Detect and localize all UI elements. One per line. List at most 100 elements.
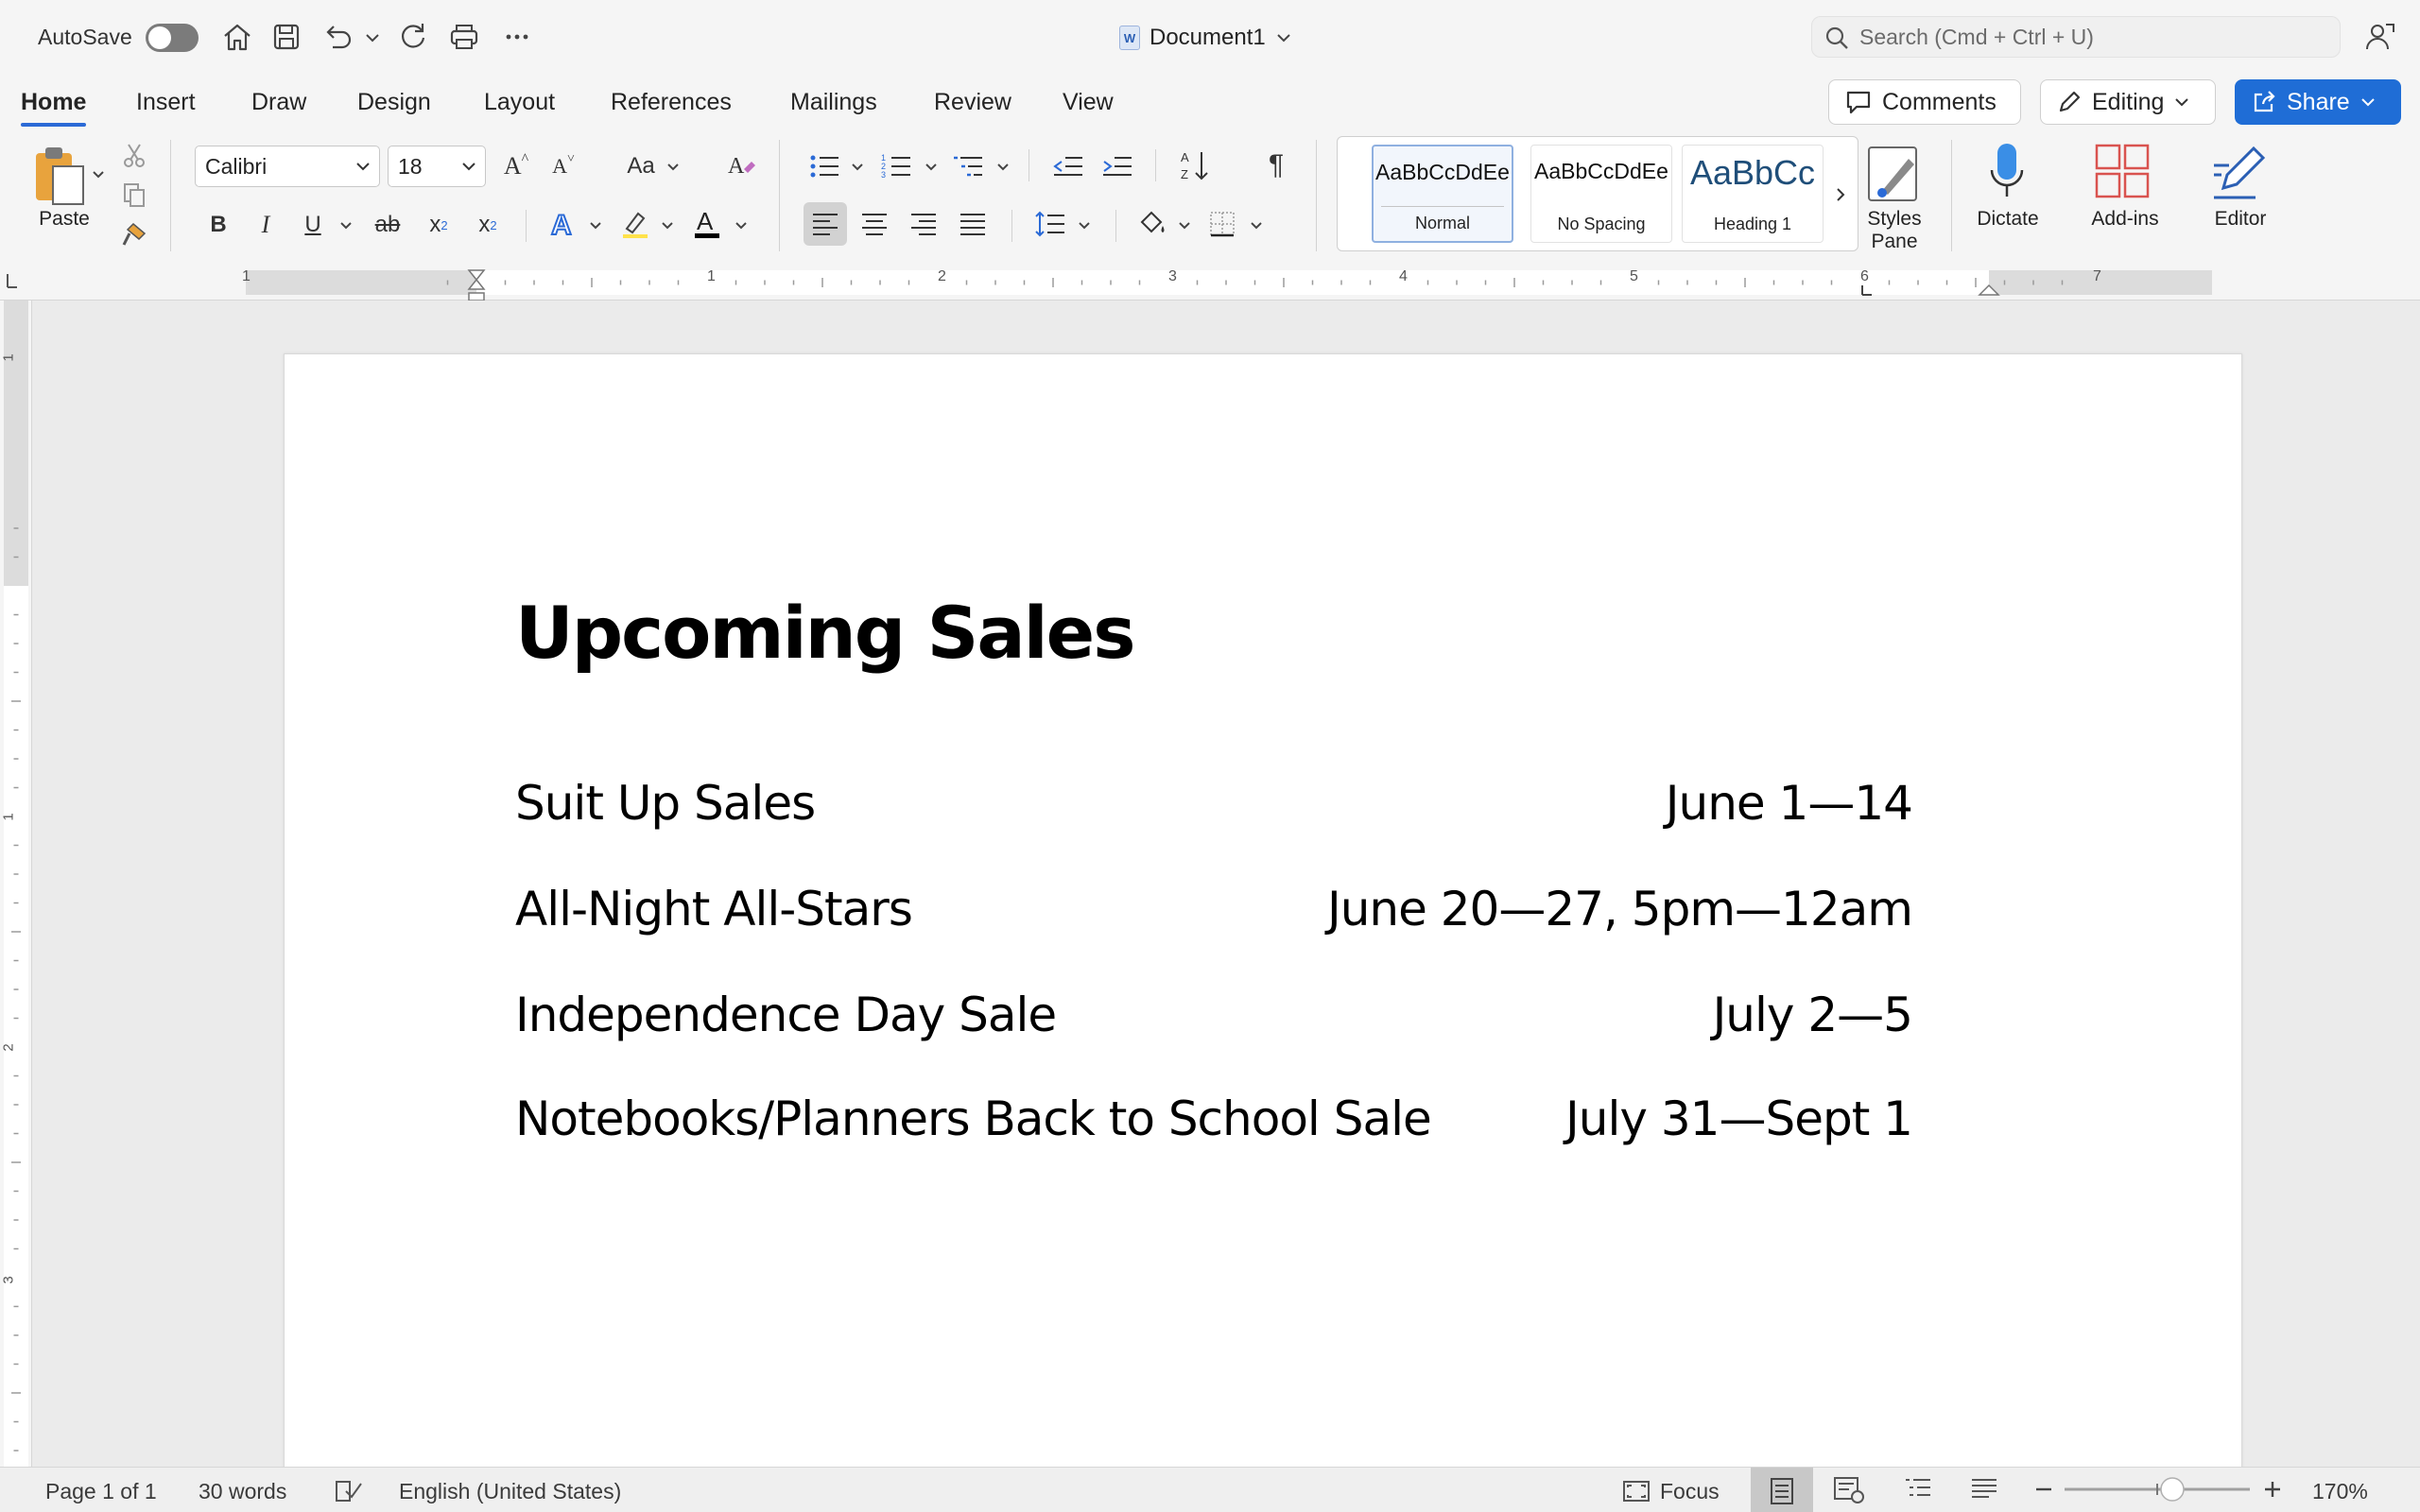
zoom-out-button[interactable] bbox=[2032, 1475, 2055, 1503]
increase-indent-icon[interactable] bbox=[1098, 146, 1136, 187]
search-input[interactable]: Search (Cmd + Ctrl + U) bbox=[1811, 16, 2341, 58]
font-name-combo[interactable]: Calibri bbox=[195, 146, 380, 187]
underline-button[interactable]: U bbox=[295, 204, 331, 246]
tab-view[interactable]: View bbox=[1063, 83, 1114, 121]
tab-insert[interactable]: Insert bbox=[136, 83, 196, 121]
focus-button[interactable]: Focus bbox=[1622, 1477, 1720, 1505]
tab-review[interactable]: Review bbox=[934, 83, 1011, 121]
font-name-value: Calibri bbox=[205, 153, 268, 179]
bold-button[interactable]: B bbox=[200, 204, 236, 246]
font-color-dropdown-icon[interactable] bbox=[732, 215, 751, 234]
share-button[interactable]: Share bbox=[2235, 79, 2401, 125]
multilevel-dropdown-icon[interactable] bbox=[994, 157, 1011, 176]
horizontal-ruler[interactable]: 1 1 2 3 4 5 6 7 bbox=[0, 266, 2420, 301]
sale-line[interactable]: Notebooks/Planners Back to School Sale J… bbox=[515, 1091, 1913, 1158]
borders-dropdown-icon[interactable] bbox=[1248, 215, 1265, 234]
highlight-dropdown-icon[interactable] bbox=[658, 215, 677, 234]
cut-icon[interactable] bbox=[119, 140, 149, 170]
text-effects-dropdown-icon[interactable] bbox=[586, 215, 605, 234]
page-count[interactable]: Page 1 of 1 bbox=[45, 1477, 157, 1505]
highlight-icon[interactable] bbox=[616, 202, 654, 246]
zoom-slider[interactable] bbox=[2063, 1475, 2252, 1503]
line-spacing-dropdown-icon[interactable] bbox=[1076, 215, 1093, 234]
more-icon[interactable] bbox=[499, 19, 535, 55]
numbering-dropdown-icon[interactable] bbox=[923, 157, 940, 176]
gallery-next-icon[interactable] bbox=[1829, 179, 1852, 211]
ruler-number: 1 bbox=[242, 268, 251, 284]
underline-dropdown-icon[interactable] bbox=[337, 215, 355, 234]
numbering-icon[interactable]: 123 bbox=[877, 146, 915, 187]
shrink-font-icon[interactable]: A ˅ bbox=[544, 146, 582, 187]
change-case-dropdown-icon[interactable] bbox=[664, 157, 683, 176]
align-right-button[interactable] bbox=[904, 202, 943, 246]
language-status[interactable]: English (United States) bbox=[399, 1477, 621, 1505]
align-left-button[interactable] bbox=[804, 202, 847, 246]
align-center-button[interactable] bbox=[855, 202, 894, 246]
zoom-in-button[interactable] bbox=[2261, 1475, 2284, 1503]
outline-view-icon[interactable] bbox=[1902, 1475, 1936, 1503]
change-case-button[interactable]: Aa bbox=[620, 146, 662, 187]
style-normal[interactable]: AaBbCcDdEe Normal bbox=[1372, 145, 1513, 243]
print-layout-view-button[interactable] bbox=[1751, 1468, 1813, 1512]
undo-icon[interactable] bbox=[320, 19, 355, 55]
autosave-toggle[interactable] bbox=[146, 24, 199, 52]
draft-view-icon[interactable] bbox=[1968, 1475, 2002, 1503]
style-heading-1[interactable]: AaBbCc Heading 1 bbox=[1682, 145, 1824, 243]
justify-button[interactable] bbox=[953, 202, 993, 246]
web-layout-icon[interactable] bbox=[1832, 1475, 1866, 1503]
tab-references[interactable]: References bbox=[611, 83, 732, 121]
borders-icon[interactable] bbox=[1202, 202, 1242, 246]
sale-line[interactable]: All-Night All-Stars June 20—27, 5pm—12am bbox=[515, 882, 1913, 948]
undo-dropdown-icon[interactable] bbox=[361, 19, 384, 55]
strikethrough-button[interactable]: ab bbox=[369, 204, 406, 246]
style-no-spacing[interactable]: AaBbCcDdEe No Spacing bbox=[1530, 145, 1672, 243]
redo-icon[interactable] bbox=[395, 19, 431, 55]
paste-button[interactable] bbox=[25, 142, 96, 212]
font-color-icon[interactable]: A bbox=[688, 202, 726, 246]
print-icon[interactable] bbox=[446, 19, 482, 55]
proofing-icon[interactable] bbox=[333, 1477, 363, 1505]
tab-layout[interactable]: Layout bbox=[484, 83, 555, 121]
document-title[interactable]: W Document1 bbox=[1119, 21, 1292, 55]
shading-dropdown-icon[interactable] bbox=[1176, 215, 1193, 234]
styles-pane-icon[interactable] bbox=[1862, 142, 1927, 206]
subscript-button[interactable]: x2 bbox=[420, 204, 458, 246]
sale-line[interactable]: Independence Day Sale July 2—5 bbox=[515, 988, 1913, 1054]
tab-design[interactable]: Design bbox=[357, 83, 431, 121]
tab-mailings[interactable]: Mailings bbox=[790, 83, 877, 121]
sort-icon[interactable]: AZ bbox=[1176, 144, 1214, 187]
bullets-icon[interactable] bbox=[805, 146, 843, 187]
superscript-button[interactable]: x2 bbox=[469, 204, 507, 246]
word-count[interactable]: 30 words bbox=[199, 1477, 286, 1505]
chevron-down-icon bbox=[1277, 34, 1290, 43]
document-heading[interactable]: Upcoming Sales bbox=[515, 591, 1135, 675]
format-painter-icon[interactable] bbox=[119, 219, 149, 249]
bullets-dropdown-icon[interactable] bbox=[849, 157, 866, 176]
decrease-indent-icon[interactable] bbox=[1049, 146, 1087, 187]
sale-line[interactable]: Suit Up Sales June 1—14 bbox=[515, 776, 1913, 842]
paste-dropdown-icon[interactable] bbox=[89, 164, 108, 183]
editor-button[interactable] bbox=[2208, 140, 2274, 204]
line-spacing-icon[interactable] bbox=[1030, 202, 1070, 246]
tab-draw[interactable]: Draw bbox=[251, 83, 306, 121]
add-ins-button[interactable] bbox=[2091, 140, 2153, 202]
account-icon[interactable] bbox=[2363, 19, 2399, 55]
editing-mode-button[interactable]: Editing bbox=[2040, 79, 2216, 125]
italic-button[interactable]: I bbox=[248, 204, 284, 246]
zoom-level[interactable]: 170% bbox=[2312, 1477, 2368, 1505]
font-size-combo[interactable]: 18 bbox=[388, 146, 486, 187]
comments-button[interactable]: Comments bbox=[1828, 79, 2021, 125]
shading-icon[interactable] bbox=[1132, 202, 1172, 246]
home-icon[interactable] bbox=[219, 19, 255, 55]
clear-formatting-icon[interactable]: A bbox=[722, 146, 760, 187]
text-effects-icon[interactable]: A bbox=[544, 202, 582, 246]
show-formatting-marks-icon[interactable]: ¶ bbox=[1257, 144, 1295, 187]
dictate-button[interactable] bbox=[1976, 138, 2038, 204]
tab-home[interactable]: Home bbox=[21, 83, 87, 127]
save-icon[interactable] bbox=[268, 19, 304, 55]
document-page[interactable]: Upcoming Sales Suit Up Sales June 1—14 A… bbox=[284, 353, 2242, 1469]
copy-icon[interactable] bbox=[119, 180, 149, 210]
grow-font-icon[interactable]: A ^ bbox=[497, 146, 535, 187]
vertical-ruler[interactable]: 1 1 2 3 bbox=[0, 301, 32, 1467]
multilevel-list-icon[interactable] bbox=[949, 146, 987, 187]
